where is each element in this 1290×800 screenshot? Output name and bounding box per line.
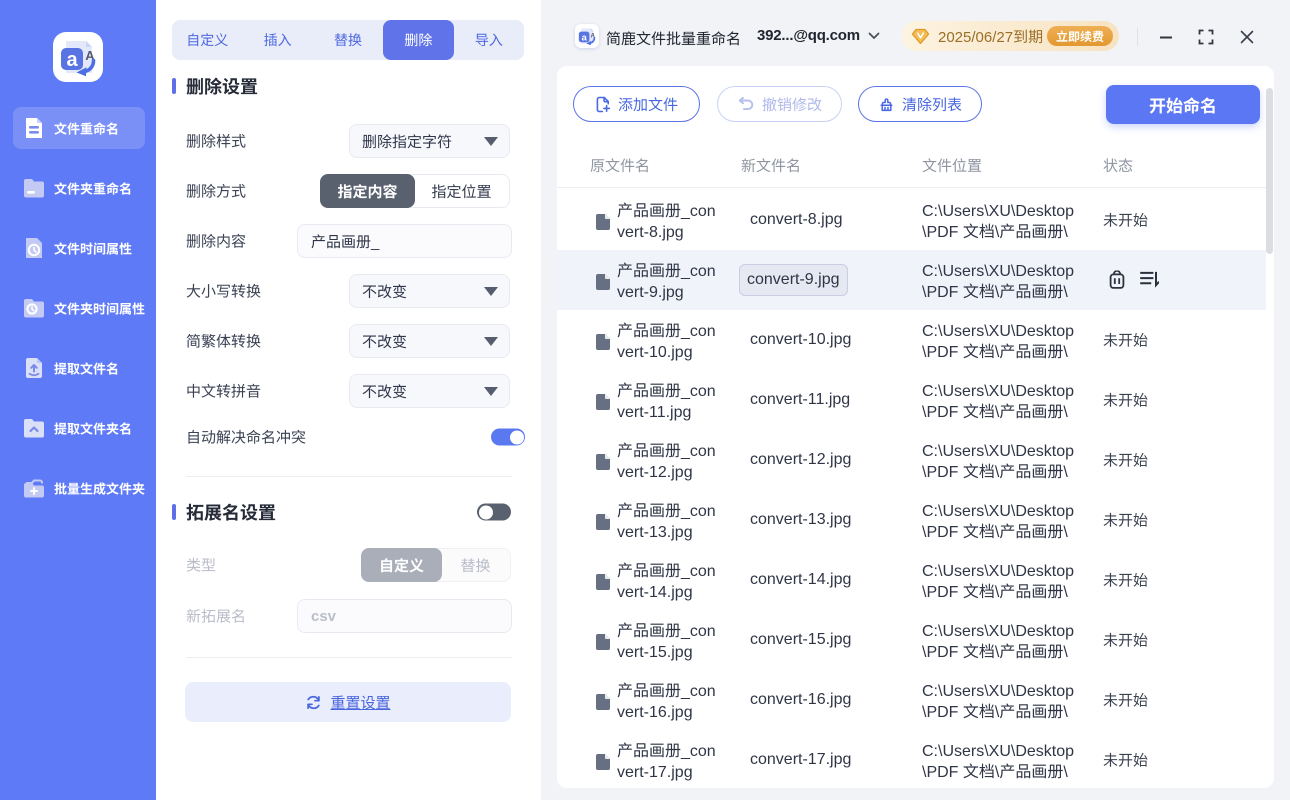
svg-text:a: a (66, 49, 78, 71)
svg-text:a: a (581, 32, 587, 43)
